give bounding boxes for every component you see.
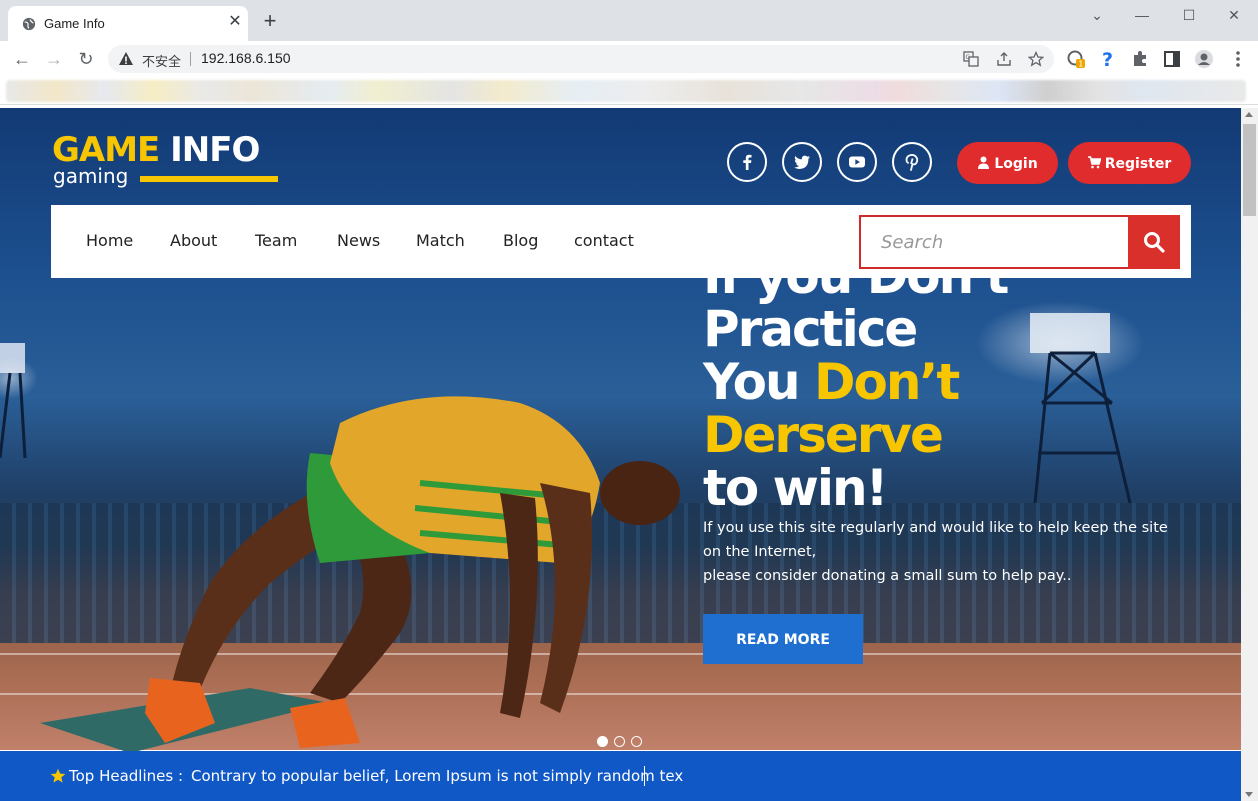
address-bar[interactable]: 不安全 192.168.6.150 G <box>108 45 1054 73</box>
ticker-label: Top Headlines : <box>69 767 184 785</box>
star-icon <box>50 768 66 783</box>
logo-subtitle: gaming <box>53 164 129 188</box>
hero-banner: GAME INFO gaming Login Register If you D… <box>0 108 1241 753</box>
headlines-ticker: Top Headlines : Contrary to popular beli… <box>0 751 1241 801</box>
side-panel-icon[interactable] <box>1162 49 1182 69</box>
extension-badge-icon[interactable]: 1 <box>1066 49 1086 69</box>
register-label: Register <box>1104 156 1172 172</box>
page-viewport: GAME INFO gaming Login Register If you D… <box>0 108 1241 801</box>
extension-badge-count: 1 <box>1078 60 1083 69</box>
globe-icon <box>22 17 36 31</box>
ticker-text[interactable]: Contrary to popular belief, Lorem Ipsum … <box>191 767 683 785</box>
slider-dot-1[interactable] <box>597 736 608 747</box>
youtube-icon <box>849 156 865 168</box>
nav-item-contact[interactable]: contact <box>574 231 634 250</box>
headline-line-3: You Don’t <box>703 356 1223 409</box>
warning-icon <box>119 52 133 65</box>
share-icon[interactable] <box>996 51 1012 67</box>
headline-line-5: to win! <box>703 459 888 517</box>
profile-avatar-icon[interactable] <box>1194 49 1214 69</box>
new-tab-button[interactable]: + <box>258 10 282 34</box>
extensions-puzzle-icon[interactable] <box>1130 49 1150 69</box>
help-icon[interactable]: ? <box>1098 49 1118 69</box>
login-button[interactable]: Login <box>957 142 1058 184</box>
tab-title: Game Info <box>44 16 105 31</box>
search-button[interactable] <box>1128 215 1180 269</box>
scroll-up-icon[interactable] <box>1245 112 1253 117</box>
register-button[interactable]: Register <box>1068 142 1191 184</box>
url-text[interactable]: 192.168.6.150 <box>201 50 291 66</box>
browser-titlebar: Game Info ✕ + ⌄ — ☐ ✕ <box>0 0 1258 41</box>
site-logo[interactable]: GAME INFO gaming <box>52 130 282 190</box>
nav-item-news[interactable]: News <box>337 231 380 250</box>
slider-dot-3[interactable] <box>631 736 642 747</box>
logo-underline <box>140 176 278 182</box>
facebook-icon <box>743 154 752 170</box>
bookmarks-bar <box>0 77 1258 105</box>
omnibox-divider <box>190 52 191 66</box>
reload-icon[interactable]: ↻ <box>76 49 96 69</box>
logo-word-info: INFO <box>170 130 260 170</box>
twitter-link[interactable] <box>782 142 822 182</box>
close-window-icon[interactable]: ✕ <box>1220 6 1248 24</box>
twitter-icon <box>794 155 810 169</box>
hero-text-1: If you use this site regularly and would… <box>703 520 1168 560</box>
facebook-link[interactable] <box>727 142 767 182</box>
minimize-icon[interactable]: — <box>1128 6 1156 24</box>
page-scrollbar[interactable] <box>1241 108 1258 801</box>
browser-toolbar: ← → ↻ 不安全 192.168.6.150 G 1 ? <box>0 41 1258 77</box>
nav-item-match[interactable]: Match <box>416 231 465 250</box>
translate-icon[interactable]: G <box>963 51 979 67</box>
maximize-icon[interactable]: ☐ <box>1175 6 1203 24</box>
cart-icon <box>1087 156 1101 169</box>
bookmark-star-icon[interactable] <box>1028 51 1044 67</box>
pinterest-icon <box>905 154 919 171</box>
text-caret <box>644 766 645 786</box>
headline-highlight-1: Don’t <box>813 353 960 411</box>
hero-headline: If you Don't Practice You Don’t Derserve… <box>703 250 1223 515</box>
back-icon[interactable]: ← <box>12 49 32 69</box>
nav-item-team[interactable]: Team <box>255 231 297 250</box>
hero-description: If you use this site regularly and would… <box>703 516 1173 588</box>
blurred-bookmarks <box>6 80 1246 102</box>
search-input[interactable] <box>861 217 1129 267</box>
nav-item-home[interactable]: Home <box>86 231 133 250</box>
search-icon <box>1144 232 1165 253</box>
tab-search-chevron-icon[interactable]: ⌄ <box>1083 6 1111 24</box>
svg-text:?: ? <box>1102 49 1113 69</box>
read-more-button[interactable]: READ MORE <box>703 614 863 664</box>
svg-text:G: G <box>966 54 971 61</box>
pinterest-link[interactable] <box>892 142 932 182</box>
nav-item-blog[interactable]: Blog <box>503 231 538 250</box>
login-label: Login <box>994 156 1038 172</box>
headline-line-3a: You <box>703 353 814 411</box>
browser-menu-icon[interactable] <box>1228 49 1248 69</box>
hero-text-2: please consider donating a small sum to … <box>703 568 1072 584</box>
tab-close-icon[interactable]: ✕ <box>225 12 245 32</box>
insecure-label: 不安全 <box>142 54 182 69</box>
user-icon <box>978 156 990 169</box>
nav-item-about[interactable]: About <box>170 231 217 250</box>
scroll-down-icon[interactable] <box>1245 792 1253 797</box>
headline-line-2: Practice <box>703 300 918 358</box>
forward-icon[interactable]: → <box>44 49 64 69</box>
main-navbar: Home About Team News Match Blog contact <box>51 205 1191 278</box>
headline-line-4: Derserve <box>703 406 944 464</box>
sprinter-image <box>40 396 680 753</box>
search-box <box>859 215 1131 269</box>
scrollbar-thumb[interactable] <box>1243 124 1256 216</box>
slider-dot-2[interactable] <box>614 736 625 747</box>
youtube-link[interactable] <box>837 142 877 182</box>
browser-tab[interactable]: Game Info ✕ <box>8 6 248 41</box>
